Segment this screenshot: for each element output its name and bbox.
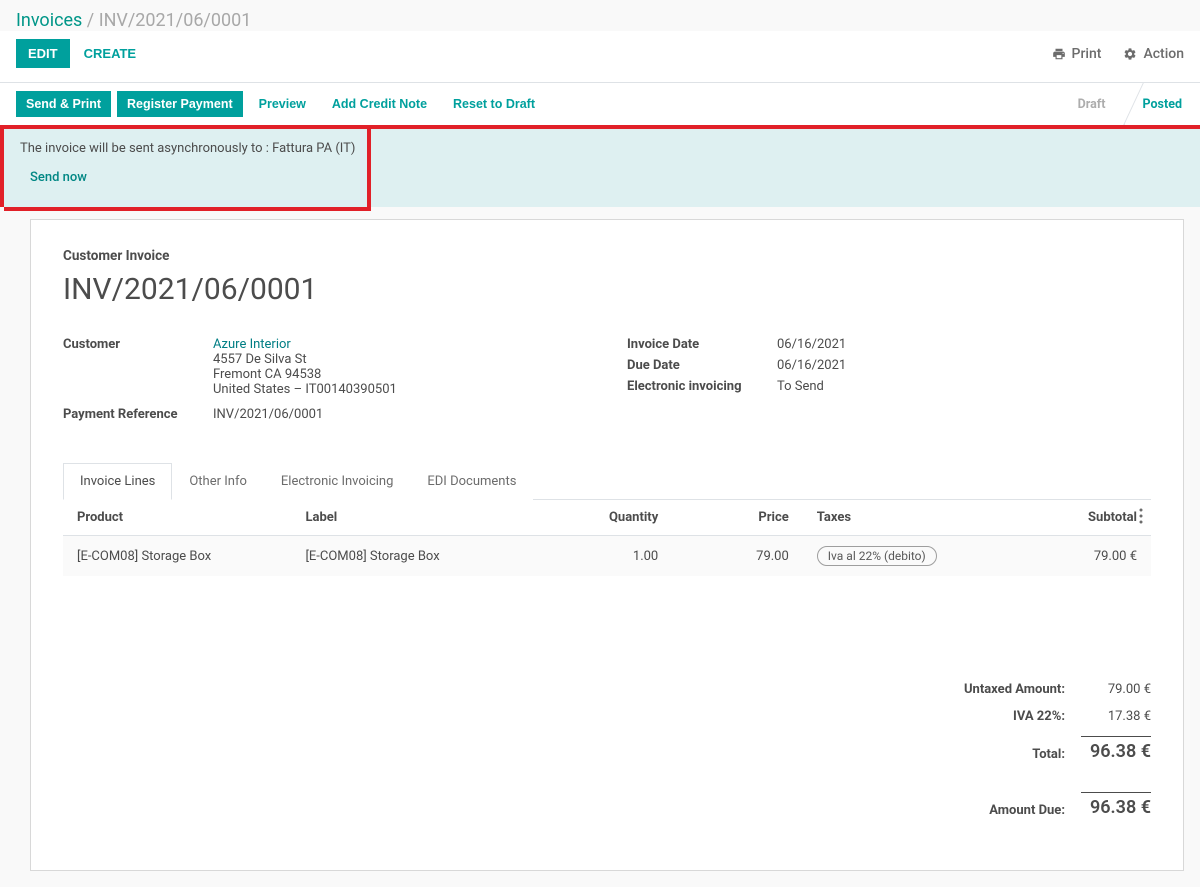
th-product: Product <box>63 500 291 536</box>
th-quantity: Quantity <box>542 500 673 536</box>
send-print-button[interactable]: Send & Print <box>16 91 111 117</box>
cell-label: [E-COM08] Storage Box <box>291 536 541 577</box>
customer-label: Customer <box>63 337 213 397</box>
iva-value: 17.38 € <box>1081 709 1151 724</box>
tab-edi-documents[interactable]: EDI Documents <box>410 463 533 500</box>
form-sheet: Customer Invoice INV/2021/06/0001 Custom… <box>30 219 1184 871</box>
action-label: Action <box>1143 46 1184 62</box>
cell-subtotal: 79.00 € <box>988 536 1151 577</box>
total-value: 96.38 € <box>1081 736 1151 762</box>
untaxed-label: Untaxed Amount: <box>931 682 1081 697</box>
untaxed-value: 79.00 € <box>1081 682 1151 697</box>
status-draft[interactable]: Draft <box>1060 83 1124 125</box>
print-label: Print <box>1072 46 1102 62</box>
edit-button[interactable]: Edit <box>16 39 70 68</box>
th-subtotal: Subtotal <box>988 500 1151 536</box>
tab-electronic-invoicing[interactable]: Electronic Invoicing <box>264 463 411 500</box>
tabs: Invoice Lines Other Info Electronic Invo… <box>63 462 1151 500</box>
th-price: Price <box>672 500 803 536</box>
customer-addr1: 4557 De Silva St <box>213 352 307 367</box>
electronic-invoicing-value: To Send <box>777 379 1151 394</box>
kebab-icon[interactable] <box>1135 508 1147 524</box>
electronic-invoicing-label: Electronic invoicing <box>627 379 777 394</box>
th-taxes: Taxes <box>803 500 988 536</box>
register-payment-button[interactable]: Register Payment <box>117 91 243 117</box>
sheet-subtitle: Customer Invoice <box>63 248 1151 264</box>
total-label: Total: <box>931 747 1081 762</box>
create-button[interactable]: Create <box>84 39 136 68</box>
cell-taxes: Iva al 22% (debito) <box>803 536 988 577</box>
iva-label: IVA 22%: <box>931 709 1081 724</box>
table-row[interactable]: [E-COM08] Storage Box [E-COM08] Storage … <box>63 536 1151 577</box>
tab-other-info[interactable]: Other Info <box>172 463 264 500</box>
due-date-value: 06/16/2021 <box>777 358 1151 373</box>
payment-ref-label: Payment Reference <box>63 407 213 422</box>
tax-pill: Iva al 22% (debito) <box>817 546 937 566</box>
invoice-date-value: 06/16/2021 <box>777 337 1151 352</box>
payment-ref-value: INV/2021/06/0001 <box>213 407 587 422</box>
gear-icon <box>1123 47 1137 61</box>
cell-quantity: 1.00 <box>542 536 673 577</box>
due-date-label: Due Date <box>627 358 777 373</box>
breadcrumb: Invoices / INV/2021/06/0001 <box>0 0 1200 31</box>
invoice-date-label: Invoice Date <box>627 337 777 352</box>
totals: Untaxed Amount: 79.00 € IVA 22%: 17.38 €… <box>63 676 1151 824</box>
customer-link[interactable]: Azure Interior <box>213 337 291 352</box>
breadcrumb-root-link[interactable]: Invoices <box>16 10 82 31</box>
th-label: Label <box>291 500 541 536</box>
amount-due-label: Amount Due: <box>931 803 1081 818</box>
toolbar: Edit Create Print Action <box>0 31 1200 82</box>
tab-invoice-lines[interactable]: Invoice Lines <box>63 463 172 500</box>
amount-due-value: 96.38 € <box>1081 792 1151 818</box>
action-button[interactable]: Action <box>1123 46 1184 62</box>
banner-message: The invoice will be sent asynchronously … <box>20 141 1184 156</box>
status-bar: Draft Posted <box>1060 83 1200 125</box>
sheet-title: INV/2021/06/0001 <box>63 272 1151 307</box>
print-icon <box>1052 47 1066 61</box>
customer-addr2: Fremont CA 94538 <box>213 367 321 382</box>
action-bar: Send & Print Register Payment Preview Ad… <box>0 83 1200 125</box>
cell-product: [E-COM08] Storage Box <box>63 536 291 577</box>
breadcrumb-current: INV/2021/06/0001 <box>99 10 252 31</box>
breadcrumb-sep: / <box>82 10 98 31</box>
reset-to-draft-button[interactable]: Reset to Draft <box>443 91 545 117</box>
invoice-lines-table: Product Label Quantity Price Taxes Subto… <box>63 500 1151 576</box>
customer-addr3: United States – IT00140390501 <box>213 382 397 397</box>
info-banner: The invoice will be sent asynchronously … <box>0 125 1200 207</box>
print-button[interactable]: Print <box>1052 46 1102 62</box>
add-credit-note-button[interactable]: Add Credit Note <box>322 91 437 117</box>
cell-price: 79.00 <box>672 536 803 577</box>
send-now-link[interactable]: Send now <box>20 170 1184 185</box>
preview-button[interactable]: Preview <box>249 91 316 117</box>
